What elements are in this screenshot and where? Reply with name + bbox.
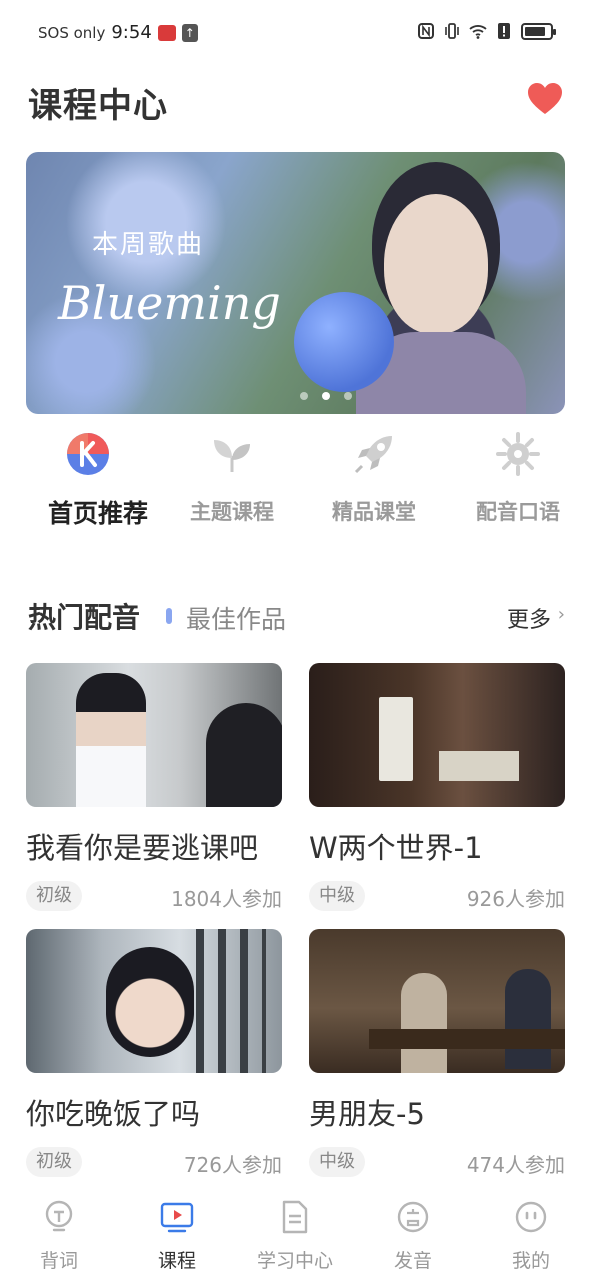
bottom-nav: 背词 课程 学习中心 发音 我的 bbox=[0, 1192, 591, 1280]
participant-count: 474人参加 bbox=[466, 1153, 565, 1177]
video-play-icon bbox=[160, 1202, 194, 1233]
nav-label: 发音 bbox=[393, 1250, 432, 1272]
banner-pagination bbox=[56, 392, 565, 400]
dubbing-card[interactable]: 我看你是要逃课吧 初级 1804人参加 bbox=[26, 663, 282, 911]
level-badge: 初级 bbox=[26, 881, 82, 911]
card-title: 我看你是要逃课吧 bbox=[26, 831, 259, 865]
nfc-icon bbox=[418, 23, 434, 39]
participant-count: 926人参加 bbox=[466, 887, 565, 911]
tab-dubbing-speaking[interactable]: 配音口语 bbox=[448, 432, 588, 526]
banner-dot-active[interactable] bbox=[321, 392, 330, 400]
banner-dot[interactable] bbox=[343, 392, 352, 400]
card-thumbnail[interactable] bbox=[309, 929, 565, 1073]
status-bar: SOS only 9:54 ↑ bbox=[0, 0, 591, 66]
dubbing-card[interactable]: 你吃晚饭了吗 初级 726人参加 bbox=[26, 929, 282, 1177]
banner-balloon bbox=[294, 292, 394, 392]
dubbing-card[interactable]: 男朋友-5 中级 474人参加 bbox=[309, 929, 565, 1177]
featured-banner[interactable]: 本周歌曲 Blueming bbox=[26, 152, 565, 414]
participant-count: 1804人参加 bbox=[171, 887, 282, 911]
alert-icon bbox=[498, 23, 510, 39]
status-left: SOS only 9:54 ↑ bbox=[38, 22, 198, 43]
section-accent-bar bbox=[166, 608, 172, 624]
k-logo-icon bbox=[67, 433, 109, 475]
battery-icon bbox=[521, 22, 556, 40]
nav-profile[interactable]: 我的 bbox=[476, 1200, 586, 1273]
card-meta: 初级 726人参加 bbox=[26, 1147, 282, 1177]
nav-vocabulary[interactable]: 背词 bbox=[4, 1200, 114, 1273]
section-title: 热门配音 bbox=[28, 601, 141, 634]
tab-home-recommend[interactable]: 首页推荐 bbox=[18, 432, 158, 528]
film-reel-icon bbox=[496, 432, 540, 476]
participant-count: 726人参加 bbox=[183, 1153, 282, 1177]
profile-face-icon bbox=[515, 1201, 547, 1233]
tab-label: 精品课堂 bbox=[332, 500, 416, 524]
banner-subtitle: 本周歌曲 bbox=[92, 230, 205, 260]
upload-icon: ↑ bbox=[181, 23, 198, 42]
wifi-icon bbox=[469, 25, 487, 39]
level-badge: 初级 bbox=[26, 1147, 82, 1177]
nav-label: 课程 bbox=[157, 1250, 196, 1272]
card-meta: 中级 926人参加 bbox=[309, 881, 565, 911]
dubbing-card[interactable]: W两个世界-1 中级 926人参加 bbox=[309, 663, 565, 911]
chevron-right-icon[interactable]: › bbox=[558, 604, 565, 625]
tab-theme-courses[interactable]: 主题课程 bbox=[162, 432, 302, 526]
level-badge: 中级 bbox=[309, 881, 365, 911]
banner-title: Blueming bbox=[58, 276, 281, 330]
card-title: 男朋友-5 bbox=[309, 1097, 425, 1131]
banner-dot[interactable] bbox=[299, 392, 308, 400]
card-thumbnail[interactable] bbox=[309, 663, 565, 807]
heart-icon[interactable] bbox=[527, 82, 563, 116]
notification-app-icon bbox=[157, 24, 176, 41]
banner-portrait bbox=[384, 194, 488, 334]
carrier-text: SOS only bbox=[38, 23, 106, 42]
clock: 9:54 bbox=[111, 22, 152, 43]
card-thumbnail[interactable] bbox=[26, 663, 282, 807]
nav-courses[interactable]: 课程 bbox=[122, 1200, 232, 1273]
tab-premium-class[interactable]: 精品课堂 bbox=[304, 432, 444, 526]
level-badge: 中级 bbox=[309, 1147, 365, 1177]
nav-pronunciation[interactable]: 发音 bbox=[358, 1200, 468, 1273]
lightbulb-icon bbox=[45, 1200, 73, 1232]
nav-label: 背词 bbox=[39, 1250, 78, 1272]
tab-label: 主题课程 bbox=[190, 500, 274, 524]
card-title: 你吃晚饭了吗 bbox=[26, 1097, 201, 1131]
card-meta: 初级 1804人参加 bbox=[26, 881, 282, 911]
vibrate-icon bbox=[445, 23, 459, 39]
page-title: 课程中心 bbox=[28, 86, 168, 126]
sprout-icon bbox=[214, 440, 250, 472]
nav-label: 学习中心 bbox=[256, 1250, 333, 1272]
document-icon bbox=[282, 1200, 308, 1234]
card-thumbnail[interactable] bbox=[26, 929, 282, 1073]
category-tabs: 首页推荐 主题课程 精品课堂 配音口语 bbox=[0, 432, 591, 542]
speech-icon bbox=[397, 1201, 429, 1233]
section-subtitle: 最佳作品 bbox=[186, 605, 287, 634]
card-title: W两个世界-1 bbox=[309, 831, 483, 865]
tab-label: 首页推荐 bbox=[48, 499, 149, 528]
rocket-icon bbox=[354, 436, 392, 474]
status-right bbox=[417, 22, 556, 40]
more-link[interactable]: 更多 bbox=[507, 602, 551, 634]
nav-label: 我的 bbox=[511, 1250, 550, 1272]
card-meta: 中级 474人参加 bbox=[309, 1147, 565, 1177]
nav-study-center[interactable]: 学习中心 bbox=[240, 1200, 350, 1273]
tab-label: 配音口语 bbox=[476, 500, 560, 524]
